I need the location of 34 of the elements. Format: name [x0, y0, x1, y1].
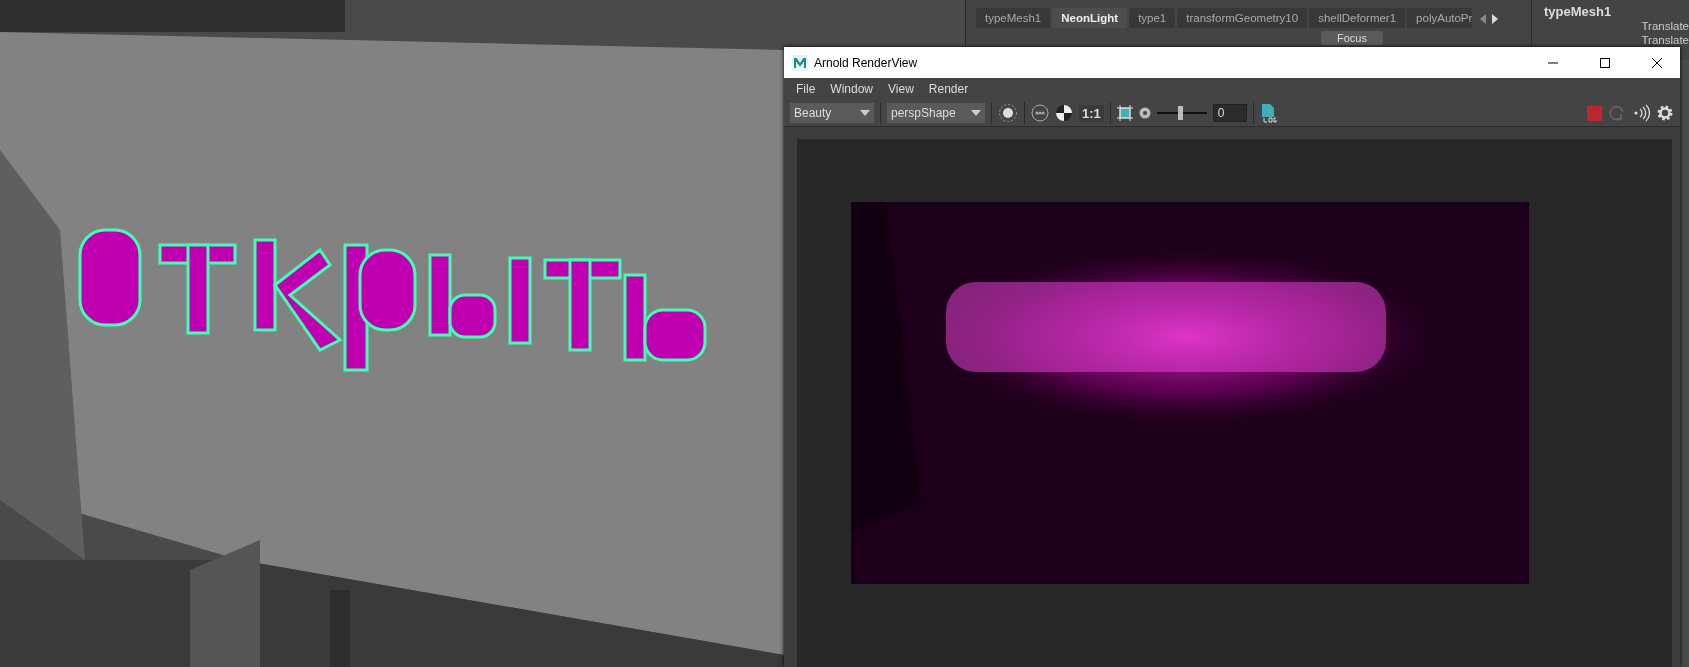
scroll-right-icon[interactable]: [1491, 14, 1499, 24]
close-icon[interactable]: [1651, 56, 1663, 69]
crop-frame-icon[interactable]: [1116, 105, 1133, 121]
broadcast-icon[interactable]: [1632, 104, 1650, 122]
exposure-slider[interactable]: [1156, 105, 1207, 121]
node-tab[interactable]: transformGeometry10: [1177, 8, 1308, 28]
settings-icon[interactable]: [1656, 104, 1674, 122]
zoom-ratio-button[interactable]: 1:1: [1079, 104, 1104, 122]
focus-button[interactable]: Focus: [1321, 31, 1383, 45]
aov-dropdown[interactable]: Beauty: [790, 103, 874, 123]
attribute-label: Translate: [1641, 33, 1689, 47]
camera-dropdown[interactable]: perspShape: [887, 103, 985, 123]
menu-item[interactable]: Window: [830, 82, 874, 96]
caret-icon: [860, 110, 870, 116]
window-title: Arnold RenderView: [814, 55, 919, 70]
rgb-channel-icon[interactable]: [1031, 104, 1049, 122]
log-file-icon[interactable]: [1259, 103, 1278, 123]
caret-icon: [971, 110, 981, 116]
node-tab[interactable]: polyAutoPr: [1407, 8, 1473, 28]
maximize-icon[interactable]: [1599, 56, 1611, 69]
app-logo-icon: [792, 54, 808, 71]
node-name: typeMesh1: [1544, 4, 1613, 19]
menu-item[interactable]: Render: [928, 82, 969, 96]
menu-item[interactable]: View: [888, 82, 914, 96]
exposure-checker-icon[interactable]: [1055, 104, 1073, 122]
menu-item[interactable]: File: [796, 82, 816, 96]
node-tab[interactable]: typeMesh1: [976, 8, 1051, 28]
node-tab[interactable]: type1: [1129, 8, 1176, 28]
attribute-label: Translate: [1641, 19, 1689, 33]
exposure-field[interactable]: 0: [1212, 104, 1247, 122]
node-tab[interactable]: shellDeformer1: [1309, 8, 1406, 28]
node-tab[interactable]: NeonLight: [1052, 8, 1128, 28]
aperture-icon[interactable]: [1138, 107, 1151, 119]
region-render-icon[interactable]: [998, 103, 1018, 123]
